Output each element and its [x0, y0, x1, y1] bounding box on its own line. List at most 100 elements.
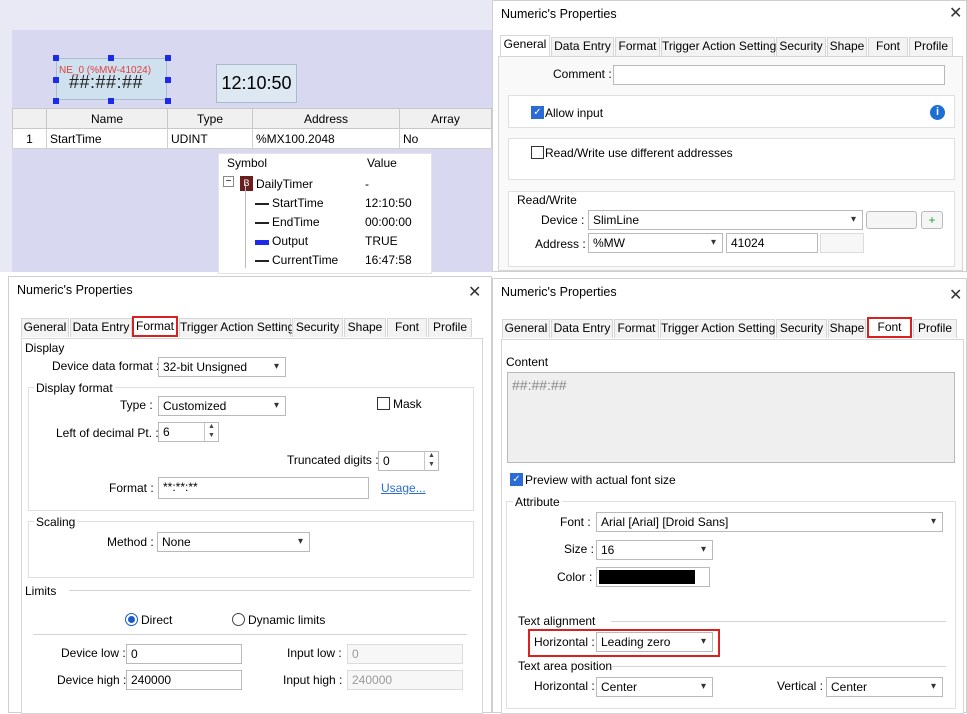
format-input[interactable]: **:**:**: [158, 477, 369, 499]
font-select[interactable]: Arial [Arial] [Droid Sans] ▾: [596, 512, 943, 532]
text-alignment-divider: [611, 621, 946, 622]
size-select[interactable]: 16 ▾: [596, 540, 713, 560]
header-array: Array: [399, 108, 492, 129]
resize-handle-bl[interactable]: [53, 98, 59, 104]
font-value: Arial [Arial] [Droid Sans]: [601, 515, 729, 529]
tab-format[interactable]: Format: [614, 319, 659, 338]
left-decimal-spinner[interactable]: ▲ ▼: [204, 422, 218, 442]
device-low-input[interactable]: 0: [126, 644, 242, 664]
tab-security[interactable]: Security: [292, 318, 343, 337]
content-textarea[interactable]: ##:##:##: [507, 372, 955, 463]
preview-checkbox[interactable]: ✓: [510, 473, 523, 486]
device-data-format-select[interactable]: 32-bit Unsigned ▾: [158, 357, 286, 377]
spin-down-icon[interactable]: ▼: [425, 460, 438, 469]
close-icon[interactable]: ✕: [949, 285, 962, 305]
area-vertical-label: Vertical :: [777, 679, 824, 693]
tab-font[interactable]: Font: [867, 317, 912, 338]
tab-data-entry[interactable]: Data Entry: [70, 318, 132, 337]
tab-profile[interactable]: Profile: [909, 37, 953, 56]
tab-trigger-action[interactable]: Trigger Action Setting: [660, 319, 775, 338]
tab-trigger-action[interactable]: Trigger Action Setting: [661, 37, 776, 56]
device-high-input[interactable]: 240000: [126, 670, 242, 690]
tab-general[interactable]: General: [502, 319, 550, 338]
resize-handle-r[interactable]: [165, 77, 171, 83]
chevron-down-icon: ▾: [700, 636, 706, 647]
tab-font[interactable]: Font: [868, 37, 908, 56]
tab-profile[interactable]: Profile: [428, 318, 472, 337]
tab-general[interactable]: General: [500, 35, 550, 56]
tab-format[interactable]: Format: [132, 316, 178, 337]
info-icon[interactable]: i: [930, 105, 945, 120]
tab-data-entry[interactable]: Data Entry: [551, 319, 613, 338]
tab-trigger-action[interactable]: Trigger Action Setting: [179, 318, 294, 337]
limits-inner-divider: [33, 634, 467, 635]
color-label: Color :: [557, 570, 593, 584]
resize-handle-br[interactable]: [165, 98, 171, 104]
tab-shape[interactable]: Shape: [828, 319, 866, 338]
resize-handle-tr[interactable]: [165, 55, 171, 61]
usage-link[interactable]: Usage...: [381, 481, 426, 495]
collapse-icon[interactable]: −: [223, 176, 234, 187]
close-icon[interactable]: ✕: [468, 282, 481, 302]
dynamic-limits-radio[interactable]: [232, 613, 245, 626]
resize-handle-t[interactable]: [108, 55, 114, 61]
chevron-down-icon: ▾: [710, 237, 716, 248]
row-index: 1: [12, 128, 47, 149]
resize-handle-tl[interactable]: [53, 55, 59, 61]
tab-profile[interactable]: Profile: [913, 319, 957, 338]
type-select[interactable]: Customized ▾: [158, 396, 286, 416]
address-type-select[interactable]: %MW ▾: [588, 233, 723, 253]
row-name[interactable]: StartTime: [46, 128, 168, 149]
tab-shape[interactable]: Shape: [344, 318, 386, 337]
allow-input-checkbox[interactable]: ✓: [531, 106, 544, 119]
font-label: Font :: [560, 515, 591, 529]
direct-label: Direct: [141, 613, 173, 627]
rw-diff-checkbox[interactable]: [531, 146, 544, 159]
tab-security[interactable]: Security: [776, 37, 826, 56]
tab-general[interactable]: General: [21, 318, 69, 337]
tab-font[interactable]: Font: [387, 318, 427, 337]
table-row[interactable]: 1 StartTime UDINT %MX100.2048 No: [12, 128, 492, 149]
var-icon: [255, 222, 269, 224]
device-settings-button[interactable]: [866, 211, 917, 229]
method-select[interactable]: None ▾: [157, 532, 310, 552]
color-picker[interactable]: [596, 567, 710, 587]
add-device-button[interactable]: +: [921, 211, 943, 229]
horizontal-alignment-select[interactable]: Leading zero ▾: [596, 632, 713, 652]
address-extra-field: [820, 233, 864, 253]
spin-up-icon[interactable]: ▲: [425, 451, 438, 460]
tab-data-entry[interactable]: Data Entry: [551, 37, 614, 56]
device-select[interactable]: SlimLine ▾: [588, 210, 863, 230]
mask-checkbox[interactable]: [377, 397, 390, 410]
resize-handle-l[interactable]: [53, 77, 59, 83]
spin-down-icon[interactable]: ▼: [205, 431, 218, 440]
symbol-root-name[interactable]: DailyTimer: [256, 175, 313, 194]
symbol-child-name[interactable]: EndTime: [272, 213, 320, 232]
text-alignment-label: Text alignment: [518, 614, 596, 628]
chevron-down-icon: ▾: [700, 544, 706, 555]
time-display-object[interactable]: 12:10:50: [216, 64, 297, 103]
symbol-child-name[interactable]: Output: [272, 232, 308, 251]
row-type[interactable]: UDINT: [167, 128, 253, 149]
row-array[interactable]: No: [399, 128, 492, 149]
close-icon[interactable]: ✕: [949, 3, 962, 23]
row-address[interactable]: %MX100.2048: [252, 128, 400, 149]
input-low-input: 0: [347, 644, 463, 664]
horizontal-alignment-value: Leading zero: [601, 635, 671, 649]
chevron-down-icon: ▾: [850, 214, 856, 225]
tab-security[interactable]: Security: [776, 319, 827, 338]
tab-format[interactable]: Format: [615, 37, 660, 56]
area-horizontal-select[interactable]: Center ▾: [596, 677, 713, 697]
address-input[interactable]: 41024: [726, 233, 818, 253]
comment-input[interactable]: [613, 65, 945, 85]
truncated-spinner[interactable]: ▲ ▼: [424, 451, 438, 471]
spin-up-icon[interactable]: ▲: [205, 422, 218, 431]
symbol-child-name[interactable]: CurrentTime: [272, 251, 338, 270]
direct-radio[interactable]: [125, 613, 138, 626]
tab-shape[interactable]: Shape: [827, 37, 867, 56]
device-high-label: Device high :: [57, 673, 127, 687]
resize-handle-b[interactable]: [108, 98, 114, 104]
symbol-child-name[interactable]: StartTime: [272, 194, 324, 213]
numeric-object[interactable]: NE_0 (%MW-41024) ##:##:##: [56, 58, 167, 100]
area-vertical-select[interactable]: Center ▾: [826, 677, 943, 697]
